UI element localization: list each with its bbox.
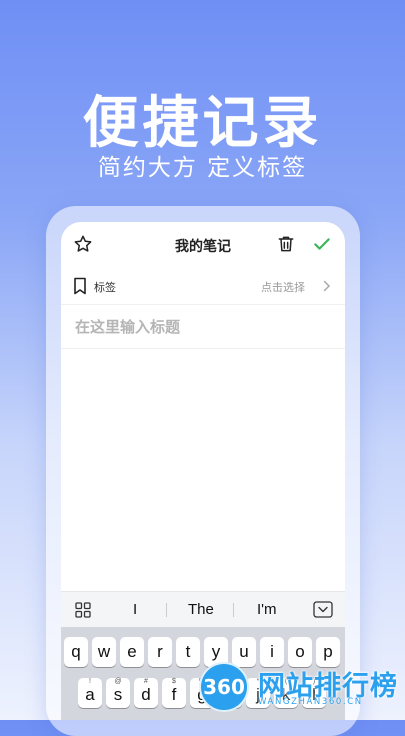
watermark-360-logo: 360	[199, 662, 249, 712]
key-r[interactable]: r	[148, 637, 172, 667]
hero-subtitle: 简约大方 定义标签	[97, 155, 308, 181]
key-e[interactable]: e	[120, 637, 144, 667]
suggestion-item[interactable]: The	[188, 601, 214, 618]
key-t[interactable]: t	[176, 637, 200, 667]
screen-title: 我的笔记	[175, 239, 231, 255]
suggestion-item[interactable]: I	[133, 601, 137, 618]
grid-icon[interactable]	[75, 602, 91, 623]
check-icon[interactable]	[311, 234, 333, 259]
key-f[interactable]: $ f	[162, 678, 186, 708]
note-title-input[interactable]	[75, 318, 331, 336]
key-d[interactable]: # d	[134, 678, 158, 708]
suggestion-divider	[166, 603, 167, 617]
key-p[interactable]: p	[316, 637, 340, 667]
title-divider	[61, 348, 345, 349]
bookmark-icon	[73, 277, 87, 300]
key-w[interactable]: w	[92, 637, 116, 667]
note-editor-screen: 我的笔记 标签 点击选择 I The I'm q w e	[61, 222, 345, 720]
key-i[interactable]: i	[260, 637, 284, 667]
suggestion-divider	[233, 603, 234, 617]
tag-selector-row[interactable]: 标签 点击选择	[61, 268, 345, 305]
key-u[interactable]: u	[232, 637, 256, 667]
trash-icon[interactable]	[276, 234, 296, 259]
tag-select-action[interactable]: 点击选择	[261, 279, 305, 295]
hero-title: 便捷记录	[82, 91, 323, 156]
key-q[interactable]: q	[64, 637, 88, 667]
tag-label: 标签	[94, 281, 116, 294]
keyboard-suggestion-bar: I The I'm	[61, 591, 345, 628]
key-a[interactable]: ! a	[78, 678, 102, 708]
suggestion-item[interactable]: I'm	[257, 601, 277, 618]
key-o[interactable]: o	[288, 637, 312, 667]
chevron-right-icon	[323, 279, 331, 297]
keyboard-hide-icon[interactable]	[313, 601, 333, 623]
top-bar: 我的笔记	[61, 222, 345, 268]
watermark-url: WANGZHAN360.CN	[258, 697, 363, 707]
key-s[interactable]: @ s	[106, 678, 130, 708]
